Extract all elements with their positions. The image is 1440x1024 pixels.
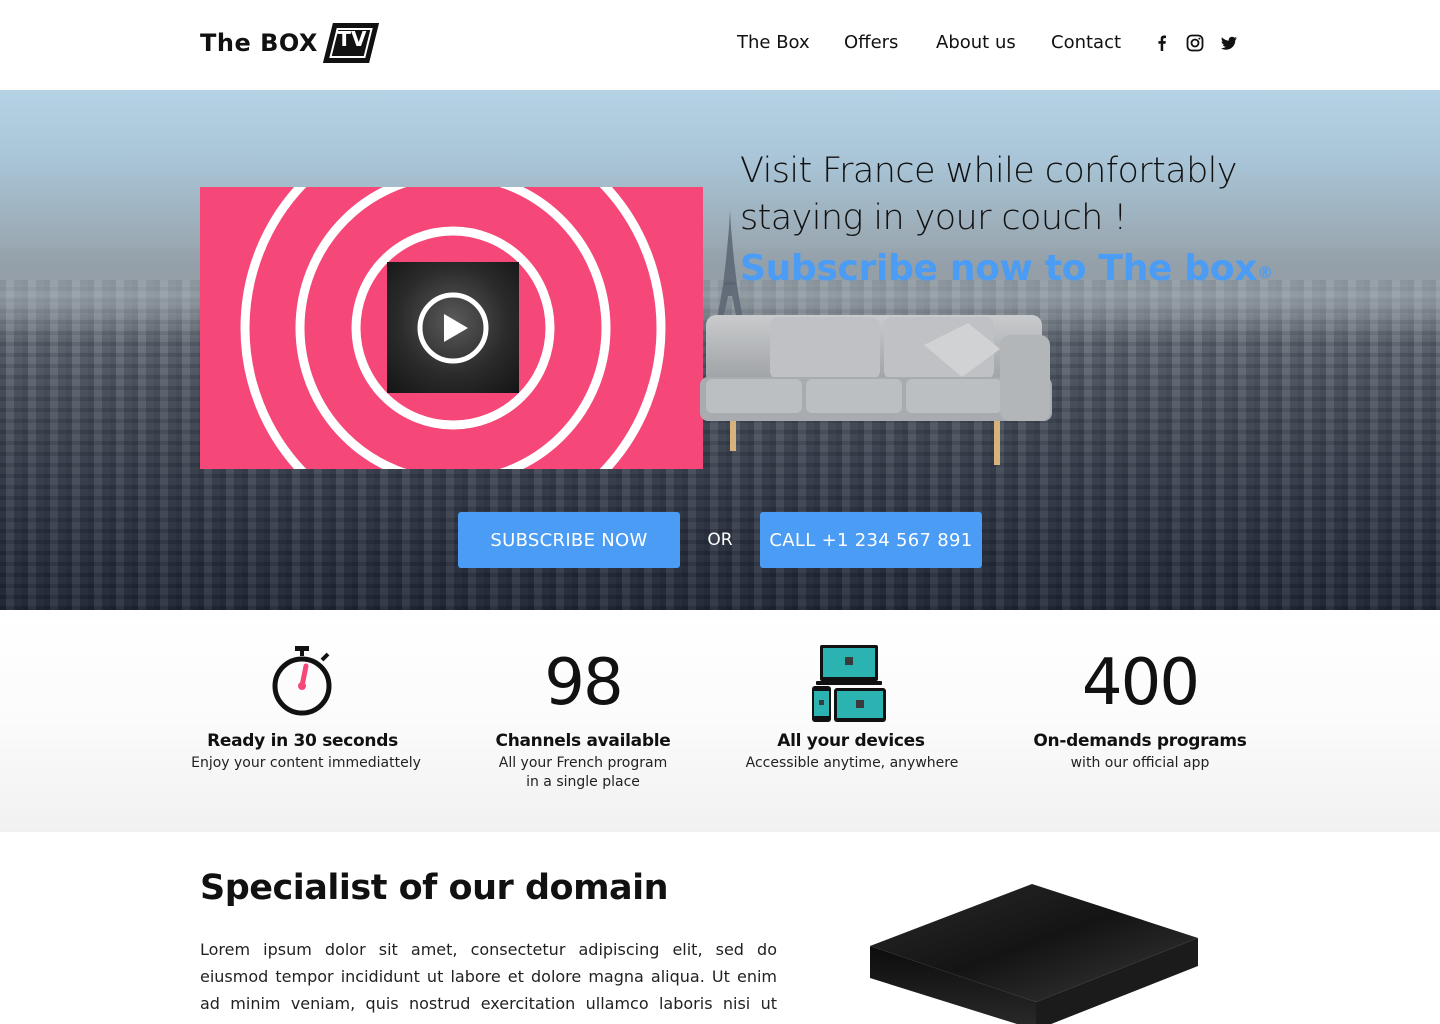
nav-link-contact[interactable]: Contact	[1051, 32, 1121, 53]
video-player[interactable]	[200, 187, 703, 469]
nav-link-offers[interactable]: Offers	[844, 32, 898, 53]
hero-subtitle-text: Subscribe now to The box	[740, 248, 1258, 289]
logo-badge-text: TV	[337, 27, 367, 51]
nav-link-the-box[interactable]: The Box	[737, 32, 810, 53]
specialist-text: Lorem ipsum dolor sit amet, consectetur …	[200, 940, 777, 1024]
hero-section: Visit France while confortably staying i…	[0, 90, 1440, 610]
stopwatch-icon	[272, 646, 332, 716]
feature-desc-channels-2: in a single place	[526, 774, 640, 790]
nav-link-about-us[interactable]: About us	[936, 32, 1016, 53]
feature-desc-channels: All your French program	[498, 755, 668, 771]
or-label: OR	[707, 530, 733, 550]
play-icon[interactable]	[415, 290, 491, 366]
feature-number-channels: 98	[544, 646, 623, 720]
call-button[interactable]: CALL +1 234 567 891	[760, 512, 982, 568]
video-thumbnail[interactable]	[387, 262, 519, 393]
feature-title-programs: On-demands programs	[1033, 731, 1247, 751]
feature-desc-ready: Enjoy your content immediattely	[191, 755, 421, 771]
feature-number-programs: 400	[1081, 646, 1200, 720]
registered-mark: ®	[1257, 263, 1273, 282]
facebook-icon[interactable]	[1152, 33, 1172, 53]
sofa-image	[700, 315, 1052, 465]
feature-desc-programs: with our official app	[1070, 755, 1210, 771]
tv-box-product-image	[870, 884, 1198, 1024]
features-section: Ready in 30 seconds Enjoy your content i…	[0, 610, 1440, 832]
instagram-icon[interactable]	[1185, 33, 1205, 53]
feature-title-ready: Ready in 30 seconds	[207, 731, 398, 751]
hero-subtitle: Subscribe now to The box®	[740, 248, 1300, 289]
devices-icon	[812, 645, 886, 722]
feature-title-devices: All your devices	[777, 731, 925, 751]
logo[interactable]: The BOX TV	[200, 20, 379, 66]
logo-badge: TV	[322, 21, 379, 65]
specialist-title: Specialist of our domain	[200, 868, 669, 908]
feature-title-channels: Channels available	[495, 731, 671, 751]
hero-title: Visit France while confortably staying i…	[740, 151, 1238, 238]
twitter-icon[interactable]	[1219, 33, 1239, 53]
site-header: The BOX TV The Box Offers About us Conta…	[0, 0, 1440, 90]
subscribe-now-button[interactable]: SUBSCRIBE NOW	[458, 512, 680, 568]
feature-desc-devices: Accessible anytime, anywhere	[745, 755, 959, 771]
logo-text: The BOX	[200, 29, 318, 57]
